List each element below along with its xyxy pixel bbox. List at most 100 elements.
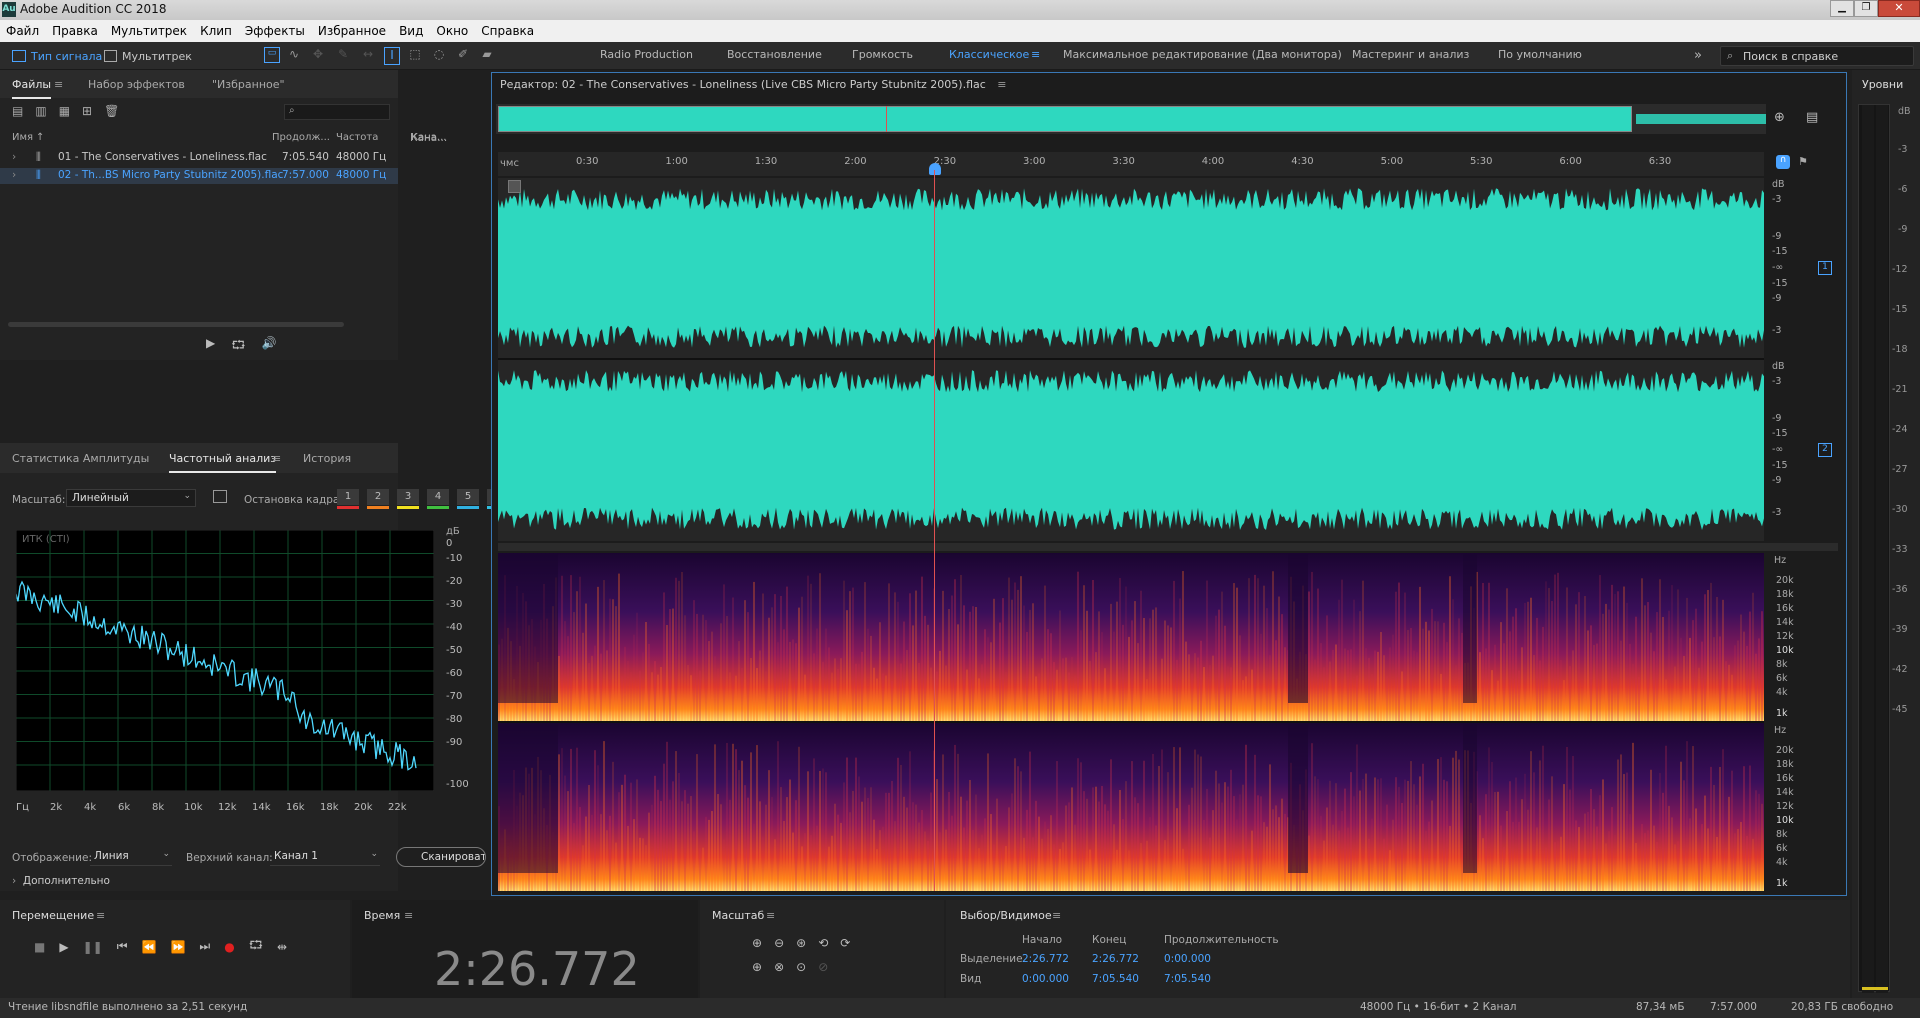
- lasso-tool-icon[interactable]: ◌: [430, 47, 448, 65]
- freeze-frame-icon[interactable]: [213, 490, 227, 503]
- stop-icon[interactable]: ■: [34, 940, 45, 954]
- new-file-icon[interactable]: ▦: [59, 104, 70, 118]
- loop-icon[interactable]: ⮔: [249, 936, 263, 957]
- menu-clip[interactable]: Клип: [200, 24, 232, 38]
- menu-file[interactable]: Файл: [6, 24, 39, 38]
- zoom-reset-icon[interactable]: ⊘: [818, 960, 828, 974]
- files-scrollbar[interactable]: [8, 322, 344, 327]
- freeze-slot-2[interactable]: 2: [367, 489, 389, 509]
- analysis-menu-icon[interactable]: ≡: [272, 452, 281, 465]
- files-search-field[interactable]: ⌕: [284, 104, 390, 120]
- tab-files[interactable]: Файлы: [12, 78, 52, 99]
- menu-multitrack[interactable]: Мультитрек: [111, 24, 187, 38]
- maximize-button[interactable]: ❐: [1854, 0, 1878, 17]
- selection-duration[interactable]: 0:00.000: [1164, 953, 1211, 965]
- skip-selection-icon[interactable]: ⇹: [277, 940, 287, 954]
- channel-select[interactable]: Канал 1 ⌄: [270, 848, 380, 866]
- playhead-handle[interactable]: [929, 163, 941, 175]
- slip-tool-icon[interactable]: ↔: [358, 47, 378, 65]
- menu-view[interactable]: Вид: [399, 24, 423, 38]
- tab-favorites[interactable]: "Избранное": [212, 78, 285, 91]
- selection-start[interactable]: 2:26.772: [1022, 953, 1069, 965]
- hud-icon[interactable]: [508, 180, 521, 193]
- waveform-display-icon[interactable]: ▭: [264, 47, 280, 63]
- time-display[interactable]: 2:26.772: [434, 942, 640, 996]
- selection-menu-icon[interactable]: ≡: [1052, 909, 1061, 922]
- expand-icon[interactable]: ›: [12, 151, 16, 163]
- rewind-icon[interactable]: ⏪: [142, 940, 157, 954]
- more-workspaces-icon[interactable]: »: [1694, 48, 1702, 63]
- view-divider[interactable]: [498, 543, 1838, 551]
- channel-badge-2[interactable]: 2: [1818, 443, 1832, 457]
- tab-history[interactable]: История: [303, 452, 351, 465]
- workspace-default[interactable]: По умолчанию: [1498, 48, 1582, 61]
- zoom-in-time-icon[interactable]: ⊛: [796, 936, 806, 950]
- view-duration[interactable]: 7:05.540: [1164, 973, 1211, 985]
- waveform-view[interactable]: [498, 178, 1764, 541]
- snap-icon[interactable]: ∩: [1776, 155, 1790, 169]
- waveform-view-button[interactable]: Тип сигнала: [12, 46, 102, 66]
- expand-icon[interactable]: ›: [12, 169, 16, 181]
- fast-forward-icon[interactable]: ⏩: [170, 940, 185, 954]
- scale-select[interactable]: Линейный ⌄: [66, 489, 196, 507]
- freeze-slot-4[interactable]: 4: [427, 489, 449, 509]
- spectral-display-icon[interactable]: ∿: [286, 47, 302, 63]
- tab-frequency-analysis[interactable]: Частотный анализ: [169, 452, 277, 473]
- razor-tool-icon[interactable]: ✎: [334, 47, 352, 65]
- zoom-to-selection-icon[interactable]: ⊕: [1774, 110, 1785, 125]
- minimize-button[interactable]: ▁: [1830, 0, 1854, 17]
- spectral-view[interactable]: [498, 553, 1764, 891]
- zoom-out-amplitude-icon[interactable]: ⊖: [774, 936, 784, 950]
- preview-play-icon[interactable]: ▶: [206, 336, 215, 357]
- menu-effects[interactable]: Эффекты: [245, 24, 305, 38]
- file-row-1[interactable]: › ⫼ 01 - The Conservatives - Loneliness.…: [0, 150, 398, 166]
- freeze-slot-3[interactable]: 3: [397, 489, 419, 509]
- menu-help[interactable]: Справка: [481, 24, 534, 38]
- menu-favorites[interactable]: Избранное: [318, 24, 386, 38]
- freeze-slot-5[interactable]: 5: [457, 489, 479, 509]
- transport-menu-icon[interactable]: ≡: [96, 909, 105, 922]
- zoom-in-amplitude-icon[interactable]: ⊕: [752, 936, 762, 950]
- zoom-menu-icon[interactable]: ≡: [766, 909, 775, 922]
- close-button[interactable]: ✕: [1878, 0, 1920, 17]
- zoom-in-point-icon[interactable]: ⟳: [840, 936, 850, 950]
- spot-healing-icon[interactable]: ▰: [478, 47, 496, 65]
- files-menu-icon[interactable]: ≡: [54, 78, 63, 91]
- delete-file-icon[interactable]: 🗑: [104, 104, 119, 118]
- brush-tool-icon[interactable]: ✐: [454, 47, 472, 65]
- workspace-mastering[interactable]: Мастеринг и анализ: [1352, 48, 1469, 61]
- pause-icon[interactable]: ❚❚: [83, 940, 103, 954]
- channel-badge-1[interactable]: 1: [1818, 261, 1832, 275]
- overview-viewport[interactable]: [498, 106, 1632, 132]
- insert-multitrack-icon[interactable]: ⊞: [82, 104, 92, 118]
- help-search[interactable]: ⌕ Поиск в справке: [1720, 46, 1914, 66]
- workspace-max-editing[interactable]: Максимальное редактирование (Два монитор…: [1063, 48, 1342, 61]
- workspace-menu-icon[interactable]: ≡: [1031, 48, 1040, 61]
- overview-options-icon[interactable]: ▤: [1806, 110, 1818, 125]
- workspace-classic[interactable]: Классическое: [949, 48, 1029, 61]
- help-search-input[interactable]: Поиск в справке: [1743, 50, 1838, 63]
- marquee-tool-icon[interactable]: ⬚: [406, 47, 424, 65]
- time-menu-icon[interactable]: ≡: [404, 909, 413, 922]
- scan-button[interactable]: Сканировать: [396, 847, 486, 867]
- editor-menu-icon[interactable]: ≡: [997, 78, 1006, 91]
- go-to-end-icon[interactable]: ⏭: [199, 939, 210, 954]
- preview-volume-icon[interactable]: 🔊: [261, 336, 276, 357]
- marker-icon[interactable]: ⚑: [1798, 155, 1808, 168]
- zoom-selection-icon[interactable]: ⊕: [752, 960, 762, 974]
- go-to-start-icon[interactable]: ⏮: [117, 939, 128, 954]
- import-file-icon[interactable]: ▥: [35, 104, 46, 118]
- move-tool-icon[interactable]: ✥: [308, 47, 328, 65]
- freeze-slot-1[interactable]: 1: [337, 489, 359, 509]
- zoom-left-icon[interactable]: ⊗: [774, 960, 784, 974]
- view-end[interactable]: 7:05.540: [1092, 973, 1139, 985]
- zoom-out-full-icon[interactable]: ⟲: [818, 936, 828, 950]
- overview-bar[interactable]: [496, 104, 1766, 134]
- view-start[interactable]: 0:00.000: [1022, 973, 1069, 985]
- record-icon[interactable]: ●: [224, 940, 234, 954]
- selection-end[interactable]: 2:26.772: [1092, 953, 1139, 965]
- tab-amplitude-stats[interactable]: Статистика Амплитуды: [12, 452, 149, 465]
- time-selection-tool-icon[interactable]: I: [384, 47, 400, 65]
- menu-window[interactable]: Окно: [436, 24, 468, 38]
- workspace-restoration[interactable]: Восстановление: [727, 48, 822, 61]
